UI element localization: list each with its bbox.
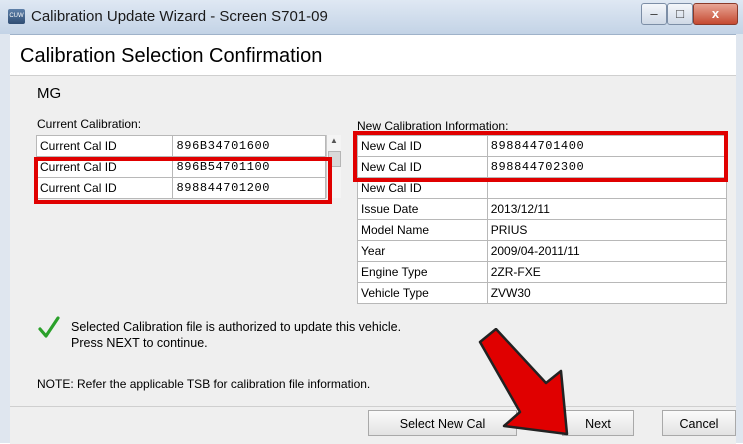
minimize-button[interactable]: – [641,3,667,25]
highlight-box-new [353,131,728,182]
red-arrow-icon [478,328,569,436]
info-value-cell: ZVW30 [486,282,728,304]
window-frame-right [736,34,743,443]
table-row: Year 2009/04-2011/11 [357,240,728,262]
info-label-cell: Vehicle Type [357,282,488,304]
system-label: MG [37,85,62,102]
scroll-up-icon[interactable]: ▲ [327,135,341,147]
info-label-cell: Issue Date [357,198,488,220]
cal-value-cell: 896B34701600 [172,135,326,157]
info-value-cell: 2ZR-FXE [486,261,728,283]
checkmark-icon [38,316,60,338]
window-frame-left [0,34,10,443]
cal-label-cell: Current Cal ID [35,135,174,157]
info-value-cell: PRIUS [486,219,728,241]
status-message-line1: Selected Calibration file is authorized … [71,320,402,334]
page-title: Calibration Selection Confirmation [20,45,323,67]
table-row: Issue Date 2013/12/11 [357,198,728,220]
info-value-cell: 2009/04-2011/11 [486,240,728,262]
status-message-line2: Press NEXT to continue. [71,336,208,350]
tsb-note: NOTE: Refer the applicable TSB for calib… [37,377,371,391]
table-row[interactable]: Current Cal ID 896B34701600 [35,135,326,157]
table-row: Model Name PRIUS [357,219,728,241]
close-button[interactable]: x [693,3,738,25]
info-value-cell: 2013/12/11 [486,198,728,220]
info-label-cell: Year [357,240,488,262]
window-title: Calibration Update Wizard - Screen S701-… [31,8,328,25]
current-calibration-label: Current Calibration: [37,117,142,131]
maximize-button[interactable]: □ [667,3,693,25]
table-row: Engine Type 2ZR-FXE [357,261,728,283]
highlight-box-current [34,157,332,204]
app-icon: CUW [8,9,25,24]
info-label-cell: Model Name [357,219,488,241]
cancel-button[interactable]: Cancel [662,410,736,436]
info-label-cell: Engine Type [357,261,488,283]
table-row: Vehicle Type ZVW30 [357,282,728,304]
